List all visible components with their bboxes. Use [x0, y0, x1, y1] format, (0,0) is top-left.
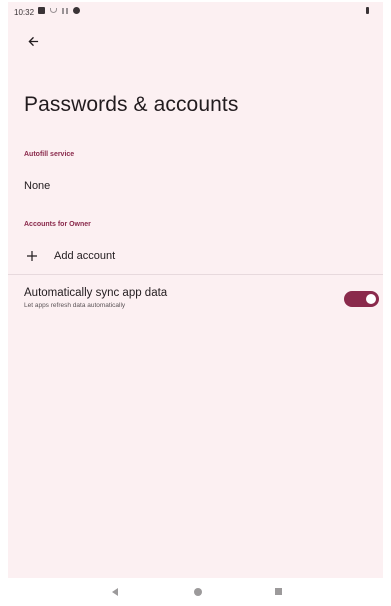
plus-icon — [27, 251, 37, 261]
battery-icon — [366, 7, 369, 14]
toggle-thumb — [366, 294, 376, 304]
add-account-label: Add account — [54, 250, 116, 262]
navigation-bar — [0, 578, 391, 606]
nav-recents-icon[interactable] — [275, 588, 282, 595]
page-title: Passwords & accounts — [24, 93, 239, 116]
accounts-section-header: Accounts for Owner — [24, 221, 91, 228]
add-account-row[interactable]: Add account — [8, 238, 383, 274]
back-button[interactable] — [20, 28, 46, 54]
auto-sync-toggle[interactable] — [344, 291, 379, 307]
wifi-icon — [50, 8, 57, 13]
divider — [8, 274, 383, 275]
settings-screen: 10:32 Passwords & accounts Autofill serv… — [8, 2, 383, 578]
signal-icon — [62, 7, 68, 14]
autofill-service-value: None — [24, 180, 51, 192]
status-icons — [38, 7, 80, 14]
status-bar: 10:32 — [8, 2, 383, 24]
autofill-service-row[interactable]: None — [8, 167, 383, 205]
arrow-back-icon — [27, 36, 38, 46]
auto-sync-row[interactable]: Automatically sync app data Let apps ref… — [8, 278, 383, 320]
autofill-section-header: Autofill service — [24, 151, 75, 158]
notification-box-icon — [38, 7, 45, 14]
nav-home-icon[interactable] — [194, 588, 202, 596]
status-time: 10:32 — [14, 8, 35, 17]
auto-sync-title: Automatically sync app data — [24, 287, 168, 299]
auto-sync-subtitle: Let apps refresh data automatically — [24, 302, 126, 309]
settings-gear-icon — [73, 7, 80, 14]
nav-back-icon[interactable] — [112, 588, 118, 596]
